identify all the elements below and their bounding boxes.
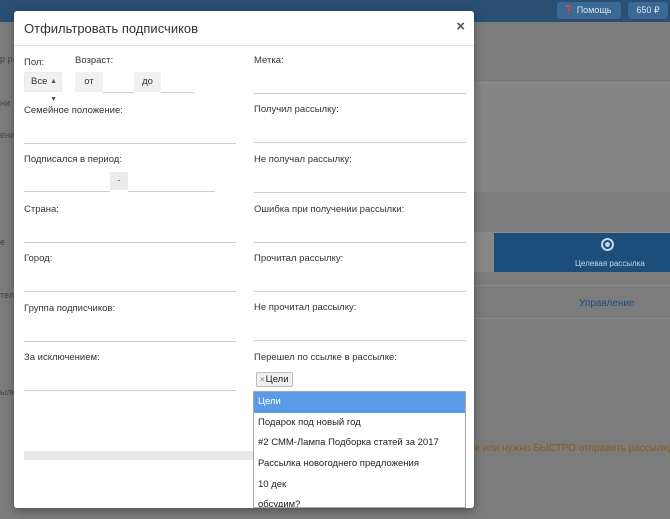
subscriber-group-input[interactable] [24,341,236,342]
left-fragment: е [0,237,6,247]
age-to-underline [161,92,194,93]
tag-label: Метка: [254,55,284,66]
updown-arrows-icon: ▲ ▼ [50,78,57,103]
selected-tag-label: Цели [265,374,289,385]
city-label: Город: [24,253,53,264]
manage-link[interactable]: Управление [579,298,635,309]
read-mailing-label: Прочитал рассылку: [254,253,344,264]
read-mailing-input[interactable] [254,291,466,292]
city-input[interactable] [24,291,236,292]
dropdown-option[interactable]: Цели [254,392,465,413]
modal-header: Отфильтровать подписчиков × [14,11,474,46]
gender-select[interactable]: Все ▲ ▼ [24,72,62,103]
mailing-error-label: Ошибка при получении рассылки: [254,204,405,215]
period-start-input[interactable] [24,191,110,192]
country-input[interactable] [24,242,236,243]
left-fragment: тел [0,290,14,300]
target-mailing-label: Целевая рассылка [575,259,645,268]
dropdown-option[interactable]: обсудим? [254,495,465,507]
marital-status-input[interactable] [24,143,236,144]
gender-select-value: Все [31,76,48,87]
left-fragment: ни [0,98,10,108]
modal-title: Отфильтровать подписчиков [24,21,199,36]
dropdown-option[interactable]: Рассылка новогоднего предложения [254,454,465,475]
background-tile [474,232,494,272]
dropdown-option[interactable]: 10 дек [254,475,465,496]
not-received-mailing-input[interactable] [254,192,466,193]
age-from-underline [103,92,134,93]
except-input[interactable] [24,390,236,391]
background-card [474,82,670,192]
divider [474,318,670,319]
gender-label: Пол: [24,57,45,68]
left-fragment: ени [0,130,16,140]
received-mailing-input[interactable] [254,142,466,143]
age-label: Возраст: [75,55,114,66]
country-label: Страна: [24,204,59,215]
divider [474,285,670,286]
not-received-mailing-label: Не получал рассылку: [254,154,352,165]
help-button[interactable]: ❓ Помощь [557,2,621,19]
target-icon [601,238,614,251]
except-label: За исключением: [24,352,100,363]
selected-tag-chip[interactable]: ×Цели [256,372,293,387]
marital-status-label: Семейное положение: [24,105,123,116]
age-to-input[interactable]: до [134,72,161,92]
subscriber-group-label: Группа подписчиков: [24,303,116,314]
tag-input[interactable] [254,93,466,94]
remove-tag-icon[interactable]: × [260,375,265,384]
dropdown-option[interactable]: #2 СММ-Лампа Подборка статей за 2017 [254,433,465,454]
age-from-input[interactable]: от [75,72,103,92]
dropdown-option[interactable]: Подарок под новый год [254,413,465,434]
link-options-dropdown[interactable]: Цели Подарок под новый год #2 СММ-Лампа … [253,391,466,508]
clicked-link-label: Перешел по ссылке в рассылке: [254,352,397,363]
mailing-error-input[interactable] [254,242,466,243]
period-separator: - [110,172,128,190]
received-mailing-label: Получил рассылку: [254,104,339,115]
close-icon[interactable]: × [456,19,465,34]
not-read-mailing-input[interactable] [254,340,466,341]
not-read-mailing-label: Не прочитал рассылку: [254,302,357,313]
balance-badge[interactable]: 650 ₽ [628,2,668,19]
subscribed-period-label: Подписался в период: [24,154,122,165]
filter-subscribers-modal: Отфильтровать подписчиков × Пол: Возраст… [14,11,474,508]
notice-text: и или нужно БЫСТРО отправить рассылку [474,443,670,454]
period-end-input[interactable] [128,191,215,192]
modal-footer-bar [24,451,253,460]
